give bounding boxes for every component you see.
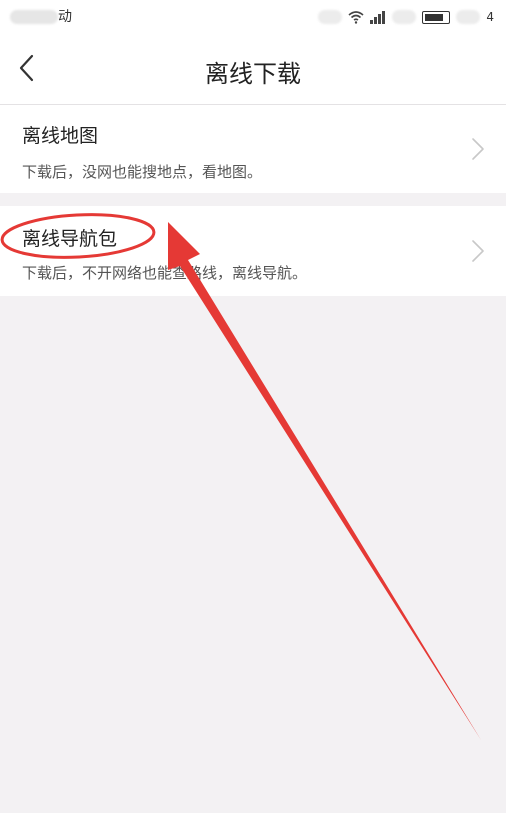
nav-bar: 离线下载 — [0, 34, 506, 105]
battery-suffix: 4 — [486, 10, 494, 24]
status-icon-redacted — [318, 10, 343, 24]
status-icon-redacted — [392, 10, 417, 24]
list-item-offline-nav-package[interactable]: 离线导航包 下载后，不开网络也能查路线，离线导航。 — [0, 206, 506, 296]
status-icon-redacted — [456, 10, 481, 24]
offline-nav-package-title: 离线导航包 — [22, 228, 118, 250]
status-carrier-redacted — [10, 10, 58, 24]
battery-icon — [422, 10, 451, 24]
annotation-arrow — [168, 222, 481, 740]
status-bar: 动 4 — [0, 0, 506, 34]
status-icons: 4 — [318, 8, 494, 26]
status-carrier-suffix: 动 — [58, 9, 72, 25]
list-item-offline-map[interactable]: 离线地图 下载后，没网也能搜地点，看地图。 — [0, 105, 506, 193]
chevron-right-icon — [472, 138, 484, 160]
screen: 动 4 离线下载 离线地图 下载后，没网也能搜地点，看地图。 离线导航包 下载后… — [0, 0, 506, 813]
offline-map-title: 离线地图 — [22, 125, 99, 147]
signal-icon — [370, 10, 386, 24]
offline-map-description: 下载后，没网也能搜地点，看地图。 — [22, 163, 263, 181]
offline-nav-package-description: 下载后，不开网络也能查路线，离线导航。 — [22, 264, 308, 282]
page-title: 离线下载 — [205, 60, 301, 88]
chevron-right-icon — [472, 240, 484, 262]
status-carrier: 动 — [10, 6, 72, 26]
wifi-icon — [348, 11, 364, 24]
